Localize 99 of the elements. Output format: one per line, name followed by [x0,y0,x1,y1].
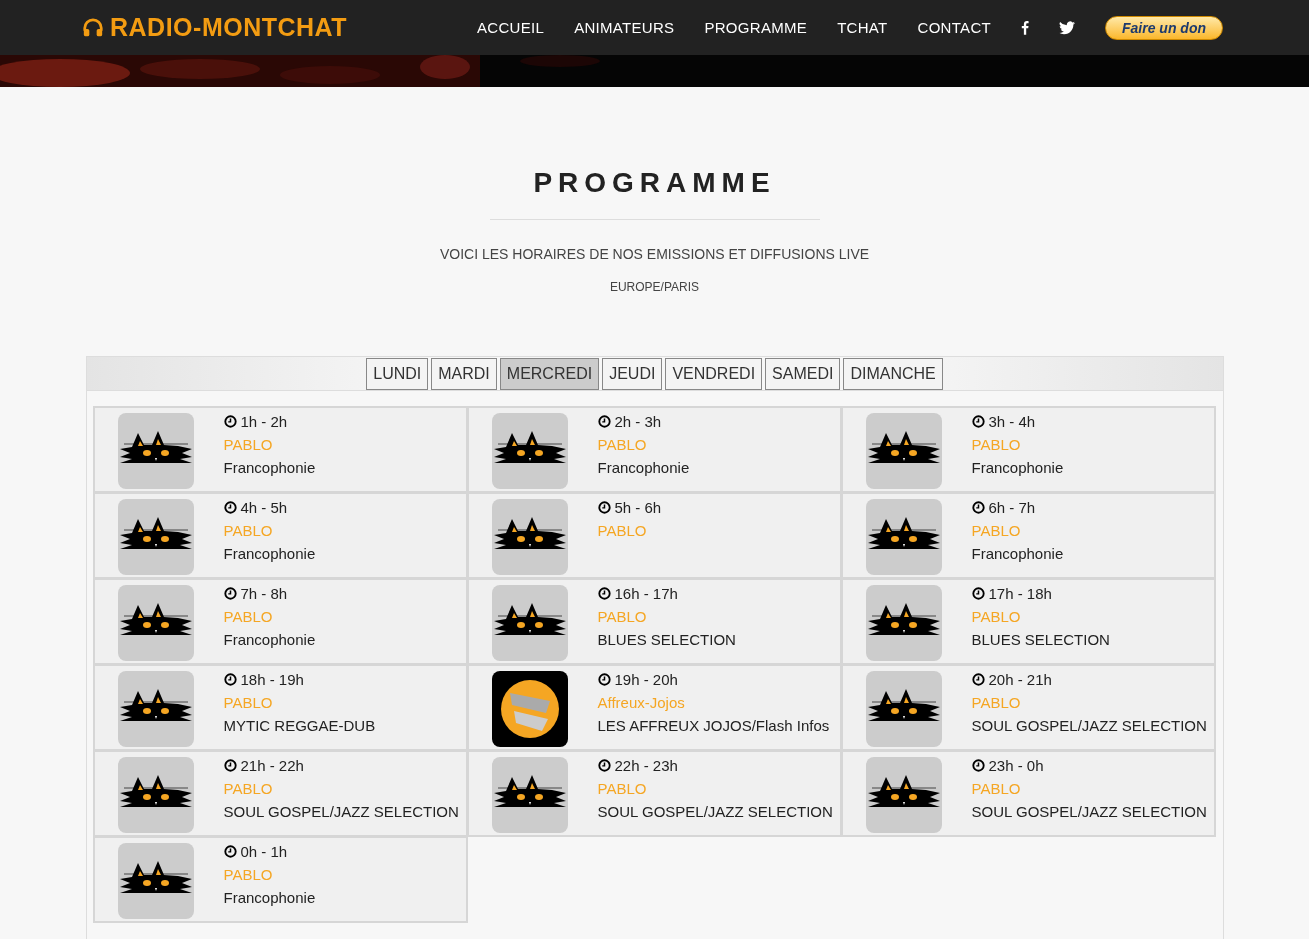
nav-link[interactable]: CONTACT [917,19,991,36]
show-time: 20h - 21h [988,671,1052,688]
show-time: 0h - 1h [240,843,288,860]
cat-icon [491,585,568,661]
donate-button[interactable]: Faire un don [1105,15,1223,40]
show-time: 7h - 8h [240,585,288,602]
day-tab[interactable]: VENDREDI [665,357,763,390]
host-link[interactable]: PABLO [597,522,662,539]
show-time: 16h - 17h [614,585,678,602]
show-time: 1h - 2h [240,413,288,430]
host-link[interactable]: PABLO [223,608,316,625]
show-title: SOUL GOSPEL/JAZZ SELECTION [223,803,459,820]
clock-icon [971,759,985,772]
cat-icon [117,757,194,833]
host-link[interactable]: Affreux-Jojos [597,694,830,711]
host-link[interactable]: PABLO [597,780,833,797]
day-tab[interactable]: LUNDI [366,357,429,390]
cat-icon [117,671,194,747]
page-title: PROGRAMME [533,167,776,199]
show-title: Francophonie [223,631,316,648]
show-time: 5h - 6h [614,499,662,516]
timezone-label: EUROPE/PARIS [609,280,700,294]
show-title: Francophonie [223,459,316,476]
cat-icon [491,413,568,489]
show-time: 22h - 23h [614,757,678,774]
show-time: 3h - 4h [988,413,1036,430]
show-title: Francophonie [971,545,1064,562]
headphones-icon [82,16,104,39]
clock-icon [597,673,611,686]
day-tab[interactable]: MERCREDI [499,357,600,390]
clock-icon [597,759,611,772]
clock-icon [971,587,985,600]
site-logo[interactable]: RADIO-MONTCHAT [110,13,348,42]
clock-icon [597,501,611,514]
clock-icon [223,845,237,858]
show-time: 21h - 22h [240,757,304,774]
host-link[interactable]: PABLO [223,780,459,797]
show-time: 2h - 3h [614,413,662,430]
show-title: BLUES SELECTION [597,631,736,648]
cat-icon [865,671,942,747]
cat-icon [865,499,942,575]
nav-link[interactable]: ACCUEIL [477,19,545,36]
cat-icon [491,757,568,833]
show-title: Francophonie [223,889,316,906]
host-link[interactable]: PABLO [223,436,316,453]
clock-icon [971,415,985,428]
day-tab[interactable]: DIMANCHE [843,357,943,390]
nav-link[interactable]: TCHAT [837,19,888,36]
show-time: 6h - 7h [988,499,1036,516]
show-title: SOUL GOSPEL/JAZZ SELECTION [971,803,1207,820]
show-time: 19h - 20h [614,671,678,688]
day-tab[interactable]: SAMEDI [765,357,841,390]
clock-icon [223,673,237,686]
show-time: 17h - 18h [988,585,1052,602]
host-link[interactable]: PABLO [971,436,1064,453]
show-title: Francophonie [971,459,1064,476]
host-link[interactable]: PABLO [971,694,1207,711]
cat-icon [117,585,194,661]
clock-icon [223,415,237,428]
host-link[interactable]: PABLO [223,866,316,883]
host-link[interactable]: PABLO [971,780,1207,797]
host-link[interactable]: PABLO [971,608,1110,625]
show-title: Francophonie [597,459,690,476]
day-tab[interactable]: MARDI [431,357,497,390]
show-time: 18h - 19h [240,671,304,688]
cat-icon [865,585,942,661]
host-link[interactable]: PABLO [597,608,736,625]
host-link[interactable]: PABLO [223,522,316,539]
nav-link[interactable]: PROGRAMME [704,19,808,36]
clock-icon [223,759,237,772]
clock-icon [971,501,985,514]
cat-icon [117,843,194,919]
cat-icon [117,499,194,575]
clock-icon [223,587,237,600]
clock-icon [971,673,985,686]
nav-link[interactable]: ANIMATEURS [574,19,675,36]
cat-icon [117,413,194,489]
show-title: LES AFFREUX JOJOS/Flash Infos [597,717,830,734]
day-tab[interactable]: JEUDI [602,357,663,390]
show-time: 4h - 5h [240,499,288,516]
show-title: SOUL GOSPEL/JAZZ SELECTION [971,717,1207,734]
host-link[interactable]: PABLO [223,694,376,711]
subtitle: VOICI LES HORAIRES DE NOS EMISSIONS ET DIFFUSIONS LIVE [439,246,870,262]
host-link[interactable]: PABLO [597,436,690,453]
facebook-icon[interactable] [1021,20,1029,35]
cat-icon [865,413,942,489]
clock-icon [597,587,611,600]
cat-icon [865,757,942,833]
twitter-icon[interactable] [1059,20,1075,35]
badge-icon [491,671,568,747]
show-title: Francophonie [223,545,316,562]
show-title: BLUES SELECTION [971,631,1110,648]
cat-icon [491,499,568,575]
clock-icon [597,415,611,428]
clock-icon [223,501,237,514]
show-title: SOUL GOSPEL/JAZZ SELECTION [597,803,833,820]
show-time: 23h - 0h [988,757,1044,774]
show-title: MYTIC REGGAE-DUB [223,717,376,734]
host-link[interactable]: PABLO [971,522,1064,539]
